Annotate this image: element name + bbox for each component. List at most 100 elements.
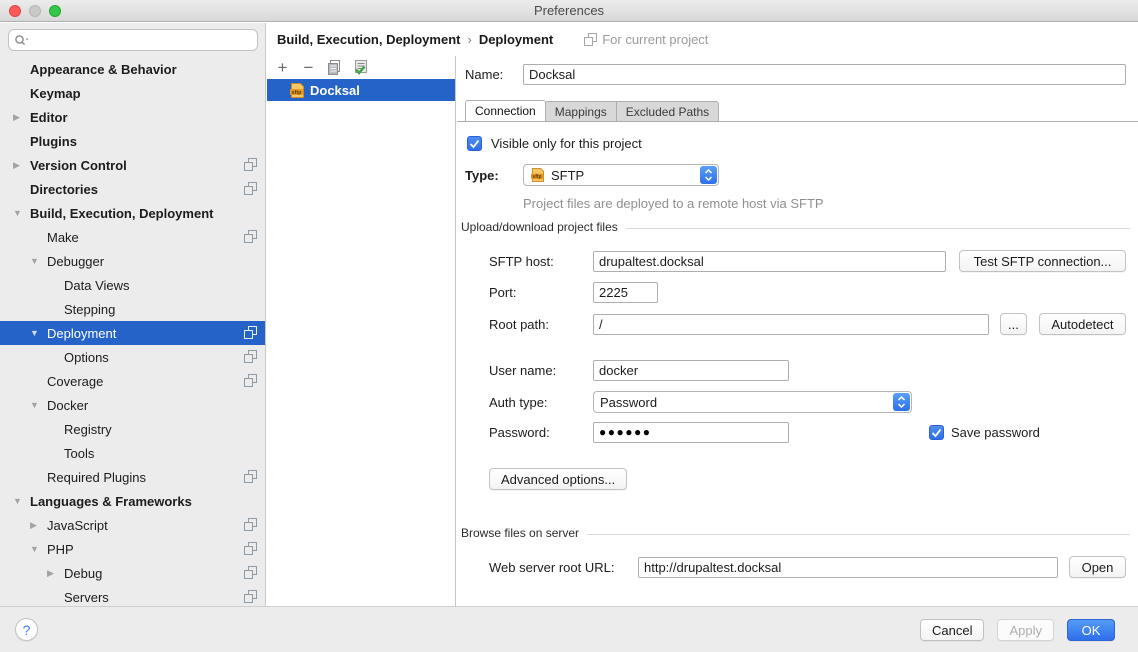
test-sftp-connection-button[interactable]: Test SFTP connection... <box>959 250 1126 272</box>
user-name-input[interactable] <box>593 360 789 381</box>
chevron-expanded-icon[interactable]: ▼ <box>30 400 47 410</box>
server-name: Docksal <box>310 83 360 98</box>
chevron-expanded-icon[interactable]: ▼ <box>30 544 47 554</box>
svg-text:sftp: sftp <box>292 89 303 95</box>
chevron-expanded-icon[interactable]: ▼ <box>30 256 47 266</box>
sidebar-item-label: Directories <box>30 182 98 197</box>
sidebar-item-options[interactable]: Options <box>0 345 265 369</box>
sidebar-item-editor[interactable]: ▶Editor <box>0 105 265 129</box>
server-list-item-docksal[interactable]: sftp Docksal <box>267 79 455 101</box>
save-password-checkbox[interactable] <box>929 425 944 440</box>
web-server-root-url-input[interactable] <box>638 557 1058 578</box>
sidebar-item-label: Registry <box>64 422 112 437</box>
chevron-collapsed-icon[interactable]: ▶ <box>13 160 30 171</box>
help-button[interactable]: ? <box>15 618 38 641</box>
sidebar-item-label: Stepping <box>64 302 115 317</box>
visible-only-checkbox[interactable] <box>467 136 482 151</box>
visible-only-label: Visible only for this project <box>491 136 642 151</box>
sidebar-item-label: Keymap <box>30 86 81 101</box>
add-server-button[interactable]: + <box>274 59 291 76</box>
window-controls <box>9 5 61 17</box>
upload-section-header: Upload/download project files <box>461 220 1130 234</box>
remove-server-button[interactable]: − <box>300 59 317 76</box>
sidebar-item-servers[interactable]: Servers <box>0 585 265 606</box>
sidebar-item-appearance-behavior[interactable]: Appearance & Behavior <box>0 57 265 81</box>
sidebar-item-label: Debugger <box>47 254 104 269</box>
root-path-input[interactable] <box>593 314 989 335</box>
password-input[interactable]: ●●●●●● <box>593 422 789 443</box>
user-name-label: User name: <box>489 363 593 378</box>
sidebar-item-label: Make <box>47 230 79 245</box>
port-input[interactable] <box>593 282 658 303</box>
preferences-window: Preferences Appearance & BehaviorKeymap▶… <box>0 0 1138 652</box>
chevron-collapsed-icon[interactable]: ▶ <box>13 112 30 123</box>
sidebar-item-coverage[interactable]: Coverage <box>0 369 265 393</box>
save-password-label: Save password <box>951 425 1040 440</box>
copy-server-icon[interactable] <box>326 59 343 76</box>
sidebar-item-plugins[interactable]: Plugins <box>0 129 265 153</box>
zoom-window-button[interactable] <box>49 5 61 17</box>
autodetect-button[interactable]: Autodetect <box>1039 313 1126 335</box>
sidebar-item-stepping[interactable]: Stepping <box>0 297 265 321</box>
section-divider <box>587 534 1130 535</box>
browse-section-header: Browse files on server <box>461 526 1130 540</box>
sidebar-item-label: Editor <box>30 110 68 125</box>
sidebar-item-required-plugins[interactable]: Required Plugins <box>0 465 265 489</box>
browse-section-title: Browse files on server <box>461 526 579 540</box>
sidebar-item-label: Version Control <box>30 158 127 173</box>
dropdown-stepper-icon <box>700 166 717 184</box>
sidebar-item-registry[interactable]: Registry <box>0 417 265 441</box>
sidebar-item-php[interactable]: ▼PHP <box>0 537 265 561</box>
name-input[interactable] <box>523 64 1126 85</box>
sidebar-item-label: Data Views <box>64 278 130 293</box>
breadcrumb-part1[interactable]: Build, Execution, Deployment <box>277 32 460 47</box>
cancel-button[interactable]: Cancel <box>920 619 984 641</box>
password-label: Password: <box>489 425 593 440</box>
chevron-collapsed-icon[interactable]: ▶ <box>30 520 47 531</box>
auth-type-dropdown[interactable]: Password <box>593 391 912 413</box>
sidebar-item-label: Deployment <box>47 326 116 341</box>
settings-search-box[interactable] <box>8 29 258 51</box>
browse-root-path-button[interactable]: ... <box>1000 313 1027 335</box>
sidebar-item-deployment[interactable]: ▼Deployment <box>0 321 265 345</box>
advanced-options-button[interactable]: Advanced options... <box>489 468 627 490</box>
sftp-host-input[interactable] <box>593 251 946 272</box>
close-window-button[interactable] <box>9 5 21 17</box>
dropdown-stepper-icon <box>893 393 910 411</box>
chevron-collapsed-icon[interactable]: ▶ <box>47 568 64 579</box>
sidebar-item-build-execution-deployment[interactable]: ▼Build, Execution, Deployment <box>0 201 265 225</box>
sidebar-item-languages-frameworks[interactable]: ▼Languages & Frameworks <box>0 489 265 513</box>
sidebar-item-debugger[interactable]: ▼Debugger <box>0 249 265 273</box>
scope-indicator: For current project <box>584 32 708 47</box>
sidebar-item-debug[interactable]: ▶Debug <box>0 561 265 585</box>
sidebar-item-label: Options <box>64 350 109 365</box>
type-dropdown[interactable]: sftp SFTP <box>523 164 719 186</box>
ok-button[interactable]: OK <box>1067 619 1115 641</box>
sidebar-item-directories[interactable]: Directories <box>0 177 265 201</box>
sidebar-item-make[interactable]: Make <box>0 225 265 249</box>
chevron-expanded-icon[interactable]: ▼ <box>13 496 30 506</box>
open-url-button[interactable]: Open <box>1069 556 1126 578</box>
apply-button[interactable]: Apply <box>997 619 1054 641</box>
tab-connection[interactable]: Connection <box>465 100 546 122</box>
per-project-icon <box>244 374 257 387</box>
breadcrumb-separator: › <box>467 32 471 47</box>
sidebar-item-tools[interactable]: Tools <box>0 441 265 465</box>
per-project-icon <box>244 230 257 243</box>
minimize-window-button[interactable] <box>29 5 41 17</box>
search-input[interactable] <box>31 31 257 49</box>
sidebar-item-version-control[interactable]: ▶Version Control <box>0 153 265 177</box>
port-label: Port: <box>489 285 593 300</box>
use-as-default-icon[interactable] <box>352 59 369 76</box>
section-divider <box>626 228 1130 229</box>
sftp-host-label: SFTP host: <box>489 254 593 269</box>
sidebar-item-keymap[interactable]: Keymap <box>0 81 265 105</box>
tab-divider <box>457 121 1138 122</box>
chevron-expanded-icon[interactable]: ▼ <box>30 328 47 338</box>
chevron-expanded-icon[interactable]: ▼ <box>13 208 30 218</box>
sidebar-item-javascript[interactable]: ▶JavaScript <box>0 513 265 537</box>
tab-mappings[interactable]: Mappings <box>546 101 617 122</box>
sidebar-item-data-views[interactable]: Data Views <box>0 273 265 297</box>
tab-excluded-paths[interactable]: Excluded Paths <box>617 101 719 122</box>
sidebar-item-docker[interactable]: ▼Docker <box>0 393 265 417</box>
